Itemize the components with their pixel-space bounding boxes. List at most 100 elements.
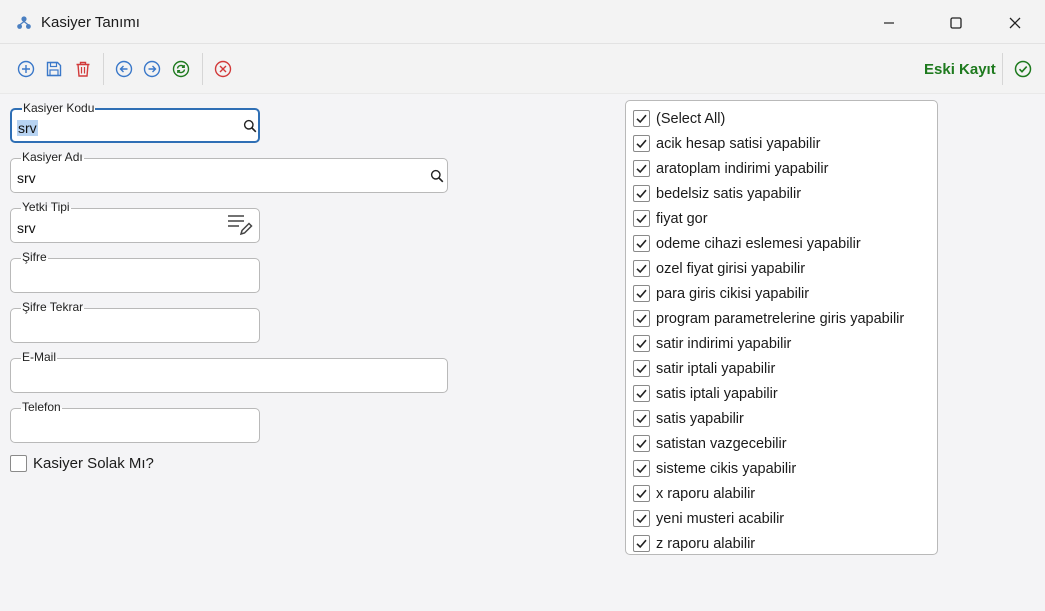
- search-icon[interactable]: [430, 169, 444, 183]
- checkbox-box[interactable]: [633, 460, 650, 477]
- checkmark-icon: [636, 414, 647, 424]
- kasiyer-adi-value[interactable]: srv: [17, 170, 36, 186]
- checkmark-icon: [636, 139, 647, 149]
- refresh-icon: [172, 60, 190, 78]
- yetki-tipi-value[interactable]: srv: [17, 220, 36, 236]
- checkmark-icon: [636, 314, 647, 324]
- checkmark-icon: [636, 239, 647, 249]
- checkbox-box[interactable]: [10, 455, 27, 472]
- email-field[interactable]: E-Mail: [10, 350, 448, 393]
- delete-button[interactable]: [72, 58, 94, 80]
- permission-item[interactable]: para giris cikisi yapabilir: [626, 281, 937, 306]
- checkbox-box[interactable]: [633, 485, 650, 502]
- permission-item[interactable]: bedelsiz satis yapabilir: [626, 181, 937, 206]
- permission-item[interactable]: ozel fiyat girisi yapabilir: [626, 256, 937, 281]
- trash-icon: [76, 61, 90, 77]
- permission-item[interactable]: acik hesap satisi yapabilir: [626, 131, 937, 156]
- checkbox-box[interactable]: [633, 360, 650, 377]
- confirm-button[interactable]: [1012, 58, 1034, 80]
- permission-item[interactable]: satis yapabilir: [626, 406, 937, 431]
- permission-item[interactable]: satistan vazgecebilir: [626, 431, 937, 456]
- save-button[interactable]: [43, 58, 65, 80]
- permission-item[interactable]: satis iptali yapabilir: [626, 381, 937, 406]
- sifre-label: Şifre: [21, 250, 48, 264]
- checkbox-box[interactable]: [633, 310, 650, 327]
- checkmark-icon: [636, 464, 647, 474]
- sifre-field[interactable]: Şifre: [10, 250, 260, 293]
- minimize-button[interactable]: [867, 8, 911, 38]
- checkbox-box[interactable]: [633, 410, 650, 427]
- checkmark-icon: [636, 189, 647, 199]
- check-circle-icon: [1014, 60, 1032, 78]
- eski-kayit-button[interactable]: Eski Kayıt: [924, 61, 996, 78]
- kasiyer-solak-label: Kasiyer Solak Mı?: [33, 455, 154, 472]
- previous-button[interactable]: [113, 58, 135, 80]
- checkmark-icon: [636, 389, 647, 399]
- maximize-icon: [950, 17, 962, 29]
- checkbox-box[interactable]: [633, 335, 650, 352]
- checkbox-box[interactable]: [633, 210, 650, 227]
- kasiyer-kodu-label: Kasiyer Kodu: [22, 101, 96, 115]
- permission-item[interactable]: odeme cihazi eslemesi yapabilir: [626, 231, 937, 256]
- checkbox-box[interactable]: [633, 435, 650, 452]
- telefon-field[interactable]: Telefon: [10, 400, 260, 443]
- checkbox-box[interactable]: [633, 185, 650, 202]
- maximize-button[interactable]: [934, 8, 978, 38]
- checkbox-box[interactable]: [633, 135, 650, 152]
- checkmark-icon: [636, 114, 647, 124]
- permission-item[interactable]: x raporu alabilir: [626, 481, 937, 506]
- sifre-tekrar-field[interactable]: Şifre Tekrar: [10, 300, 260, 343]
- cancel-button[interactable]: [212, 58, 234, 80]
- permission-item[interactable]: fiyat gor: [626, 206, 937, 231]
- close-button[interactable]: [993, 8, 1037, 38]
- permission-label: yeni musteri acabilir: [656, 510, 785, 527]
- permission-item[interactable]: yeni musteri acabilir: [626, 506, 937, 531]
- checkbox-box[interactable]: [633, 510, 650, 527]
- arrow-right-icon: [143, 60, 161, 78]
- yetki-tipi-field[interactable]: Yetki Tipi srv: [10, 200, 260, 243]
- checkmark-icon: [636, 289, 647, 299]
- checkbox-box[interactable]: [633, 160, 650, 177]
- checkmark-icon: [636, 514, 647, 524]
- permission-item[interactable]: sisteme cikis yapabilir: [626, 456, 937, 481]
- kasiyer-solak-checkbox[interactable]: Kasiyer Solak Mı?: [10, 455, 154, 472]
- kasiyer-adi-field[interactable]: Kasiyer Adı srv: [10, 150, 448, 193]
- checkbox-box[interactable]: [633, 385, 650, 402]
- permission-item[interactable]: z raporu alabilir: [626, 531, 937, 556]
- refresh-button[interactable]: [170, 58, 192, 80]
- permission-label: satir iptali yapabilir: [656, 360, 776, 377]
- permission-item[interactable]: aratoplam indirimi yapabilir: [626, 156, 937, 181]
- permission-item[interactable]: program parametrelerine giris yapabilir: [626, 306, 937, 331]
- toolbar-separator: [202, 53, 203, 85]
- checkbox-box[interactable]: [633, 260, 650, 277]
- select-all-item[interactable]: (Select All): [626, 106, 937, 131]
- kasiyer-kodu-field[interactable]: Kasiyer Kodu srv: [10, 101, 260, 143]
- checkmark-icon: [636, 364, 647, 374]
- people-icon: [17, 16, 31, 29]
- next-button[interactable]: [141, 58, 163, 80]
- checkbox-box[interactable]: [633, 235, 650, 252]
- permission-item[interactable]: satir iptali yapabilir: [626, 356, 937, 381]
- checkbox-box[interactable]: [633, 110, 650, 127]
- minimize-icon: [884, 22, 894, 24]
- permission-label: acik hesap satisi yapabilir: [656, 135, 821, 152]
- yetki-tipi-label: Yetki Tipi: [21, 200, 71, 214]
- kasiyer-kodu-value[interactable]: srv: [17, 120, 38, 136]
- permission-label: sisteme cikis yapabilir: [656, 460, 797, 477]
- search-icon[interactable]: [243, 119, 257, 133]
- permission-item[interactable]: satir indirimi yapabilir: [626, 331, 937, 356]
- permissions-list: (Select All) acik hesap satisi yapabilir a…: [625, 100, 938, 555]
- checkbox-box[interactable]: [633, 535, 650, 552]
- add-icon: [17, 60, 35, 78]
- title-bar: Kasiyer Tanımı: [0, 0, 1045, 44]
- checkmark-icon: [636, 214, 647, 224]
- checkmark-icon: [636, 164, 647, 174]
- telefon-label: Telefon: [21, 400, 62, 414]
- add-button[interactable]: [15, 58, 37, 80]
- toolbar: Eski Kayıt: [0, 44, 1045, 94]
- checkmark-icon: [636, 439, 647, 449]
- permission-label: satis yapabilir: [656, 410, 744, 427]
- checkbox-box[interactable]: [633, 285, 650, 302]
- list-edit-icon[interactable]: [227, 213, 253, 237]
- toolbar-separator: [103, 53, 104, 85]
